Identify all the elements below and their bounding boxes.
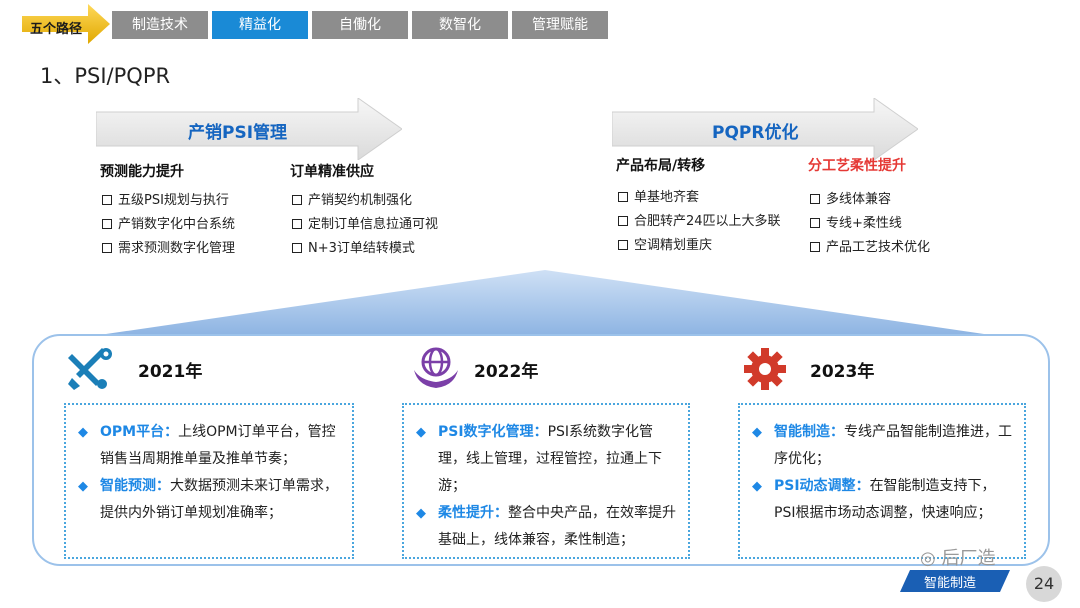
year-2021: 2021年 [138,362,203,382]
tab-autonomation[interactable]: 自働化 [312,11,408,39]
list-item: 专线+柔性线 [810,212,902,231]
page-number: 24 [1026,566,1062,602]
path-label: 五个路径 [30,22,83,37]
list-item: N+3订单结转模式 [292,237,415,256]
list-item: 五级PSI规划与执行 [102,189,229,208]
pqpr-arrow-label: PQPR优化 [712,123,799,143]
card-2022: ◆ PSI数字化管理：PSI系统数字化管理，线上管理，过程管控，拉通上下游； ◆… [402,403,690,559]
gear-icon [744,348,786,390]
card-2021: ◆ OPM平台：上线OPM订单平台，管控销售当周期推单量及推单节奏； ◆ 智能预… [64,403,354,559]
diamond-bullet-icon: ◆ [78,425,88,440]
psi-arrow-label: 产销PSI管理 [188,123,288,143]
tools-icon [68,348,112,390]
list-item: ◆ PSI数字化管理：PSI系统数字化管理，线上管理，过程管控，拉通上下游； [416,419,678,500]
list-item: 产销契约机制强化 [292,189,412,208]
diamond-bullet-icon: ◆ [416,425,426,440]
year-2023: 2023年 [810,362,875,382]
diamond-bullet-icon: ◆ [78,479,88,494]
diamond-bullet-icon: ◆ [752,479,762,494]
order-supply-heading: 订单精准供应 [290,164,374,180]
watermark: ◎ 后厂造 [920,548,996,569]
triangle-highlight [106,270,984,334]
globe-hands-icon [414,347,458,388]
pqpr-arrow: PQPR优化 [612,98,918,160]
list-item: 单基地齐套 [618,186,699,205]
list-item: 定制订单信息拉通可视 [292,213,438,232]
badge-label: 智能制造 [924,576,977,591]
list-item: 合肥转产24匹以上大多联 [618,210,781,229]
list-item: 需求预测数字化管理 [102,237,235,256]
list-item: ◆ OPM平台：上线OPM订单平台，管控销售当周期推单量及推单节奏； [78,419,342,473]
year-2022: 2022年 [474,362,539,382]
tab-digital-intelligence[interactable]: 数智化 [412,11,508,39]
tab-lean[interactable]: 精益化 [212,11,308,39]
list-item: 多线体兼容 [810,188,891,207]
tab-management-enablement[interactable]: 管理赋能 [512,11,608,39]
page-title: 1、PSI/PQPR [40,64,171,88]
list-item: 空调精划重庆 [618,234,712,253]
wechat-icon: ◎ [920,548,936,569]
list-item: 产品工艺技术优化 [810,236,930,255]
forecast-heading: 预测能力提升 [100,164,184,180]
list-item: ◆ 智能预测：大数据预测未来订单需求，提供内外销订单规划准确率； [78,473,342,527]
section-badge: 智能制造 [900,570,1010,592]
diamond-bullet-icon: ◆ [752,425,762,440]
list-item: ◆ 智能制造：专线产品智能制造推进，工序优化； [752,419,1014,473]
diamond-bullet-icon: ◆ [416,506,426,521]
flex-process-heading: 分工艺柔性提升 [808,158,906,174]
psi-arrow: 产销PSI管理 [96,98,402,160]
path-tag: 五个路径 [22,4,110,44]
list-item: 产销数字化中台系统 [102,213,235,232]
list-item: ◆ 柔性提升：整合中央产品，在效率提升基础上，线体兼容，柔性制造； [416,500,678,554]
product-layout-heading: 产品布局/转移 [616,158,706,174]
tab-manufacturing-tech[interactable]: 制造技术 [112,11,208,39]
card-2023: ◆ 智能制造：专线产品智能制造推进，工序优化； ◆ PSI动态调整：在智能制造支… [738,403,1026,559]
list-item: ◆ PSI动态调整：在智能制造支持下，PSI根据市场动态调整，快速响应； [752,473,1014,527]
